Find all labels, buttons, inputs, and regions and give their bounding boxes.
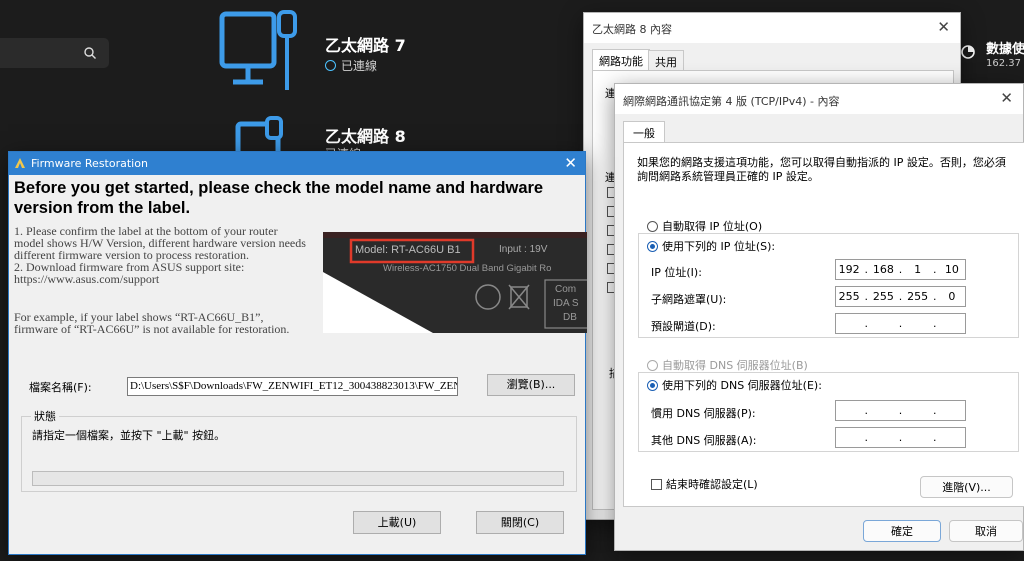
preferred-dns-label: 慣用 DNS 伺服器(P): <box>651 407 756 420</box>
close-button[interactable]: ✕ <box>564 154 577 172</box>
status-legend: 狀態 <box>31 408 59 424</box>
label-subtitle-text: Wireless-AC1750 Dual Band Gigabit Ro <box>383 263 552 274</box>
alternate-dns-input[interactable]: ... <box>835 427 966 448</box>
search-icon <box>84 47 96 59</box>
pie-icon <box>961 45 975 59</box>
dialog-title: 網際網路通訊協定第 4 版 (TCP/IPv4) - 內容 <box>623 95 840 108</box>
dialog-title: 乙太網路 8 內容 <box>592 23 672 36</box>
globe-icon <box>325 60 336 71</box>
gateway-input[interactable]: ... <box>835 313 966 334</box>
heading: Before you get started, please check the… <box>14 179 544 217</box>
label-mark-text: DB <box>563 312 577 323</box>
status-text: 請指定一個檔案，並按下 "上載" 按鈕。 <box>32 429 226 442</box>
titlebar: 乙太網路 8 內容 ✕ <box>584 13 960 43</box>
titlebar: 網際網路通訊協定第 4 版 (TCP/IPv4) - 內容 ✕ <box>615 84 1023 114</box>
example-line: firmware of “RT-AC66U” is not available … <box>14 322 290 336</box>
adapter-name: 乙太網路 8 <box>325 127 406 146</box>
close-dialog-button[interactable]: 關閉(C) <box>476 511 564 534</box>
label-mark-text: Com <box>555 284 577 295</box>
ipv4-properties-dialog: 網際網路通訊協定第 4 版 (TCP/IPv4) - 內容 ✕ 一般 如果您的網… <box>614 83 1024 551</box>
preferred-dns-input[interactable]: ... <box>835 400 966 421</box>
subnet-mask-input[interactable]: 255. 255. 255. 0 <box>835 286 966 307</box>
tab-general[interactable]: 一般 <box>623 121 665 144</box>
description-line: 詢問網路系統管理員正確的 IP 設定。 <box>637 170 819 183</box>
data-usage-value: 162.37 G <box>986 58 1024 69</box>
manual-ip-radio[interactable]: 使用下列的 IP 位址(S): <box>647 238 779 254</box>
instruction-line: https://www.asus.com/support <box>14 272 160 286</box>
advanced-button[interactable]: 進階(V)... <box>920 476 1013 498</box>
asus-app-icon <box>15 158 25 168</box>
label-input-text: Input : 19V <box>499 244 548 255</box>
computer-icon <box>235 116 283 152</box>
progress-bar <box>32 471 564 486</box>
tab-networking[interactable]: 網路功能 <box>592 49 650 72</box>
subnet-mask-label: 子網路遮罩(U): <box>651 293 727 306</box>
upload-button[interactable]: 上載(U) <box>353 511 441 534</box>
ip-address-label: IP 位址(I): <box>651 266 702 279</box>
auto-dns-radio[interactable]: 自動取得 DNS 伺服器位址(B) <box>647 357 808 373</box>
ok-button[interactable]: 確定 <box>863 520 941 542</box>
close-button[interactable]: ✕ <box>937 18 950 36</box>
file-name-label: 檔案名稱(F): <box>29 381 92 394</box>
dialog-title: Firmware Restoration <box>31 157 148 170</box>
cancel-button[interactable]: 取消 <box>949 520 1023 542</box>
file-name-input[interactable]: D:\Users\S$F\Downloads\FW_ZENWIFI_ET12_3… <box>127 377 458 396</box>
alternate-dns-label: 其他 DNS 伺服器(A): <box>651 434 757 447</box>
general-panel: 如果您的網路支援這項功能，您可以取得自動指派的 IP 設定。否則，您必須 詢問網… <box>623 142 1024 507</box>
validate-checkbox[interactable]: 結束時確認設定(L) <box>651 476 758 492</box>
gateway-label: 預設閘道(D): <box>651 320 716 333</box>
titlebar: Firmware Restoration ✕ <box>9 152 585 175</box>
firmware-restoration-dialog: Firmware Restoration ✕ Before you get st… <box>8 151 587 555</box>
manual-dns-radio[interactable]: 使用下列的 DNS 伺服器位址(E): <box>647 377 825 393</box>
ip-address-input[interactable]: 192. 168. 1. 10 <box>835 259 966 280</box>
search-box[interactable] <box>0 38 109 68</box>
label-model-text: Model: RT-AC66U B1 <box>355 244 461 256</box>
label-mark-text: IDA S <box>553 298 579 309</box>
data-usage-label: 數據使 <box>986 42 1024 57</box>
auto-ip-radio[interactable]: 自動取得 IP 位址(O) <box>647 218 762 234</box>
adapter-name: 乙太網路 7 <box>325 36 406 55</box>
browse-button[interactable]: 瀏覽(B)... <box>487 374 575 396</box>
adapter-status: 已連線 <box>325 57 377 74</box>
close-button[interactable]: ✕ <box>1000 89 1013 107</box>
router-label-image: Model: RT-AC66U B1 Input : 19V Wireless-… <box>323 232 587 333</box>
computer-icon <box>219 10 297 90</box>
